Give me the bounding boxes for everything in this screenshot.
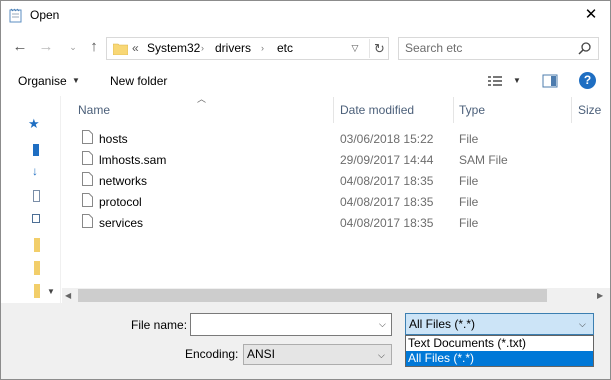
new-folder-button[interactable]: New folder — [110, 74, 167, 88]
folder-icon[interactable] — [34, 284, 40, 298]
organise-chevron-icon: ▼ — [72, 76, 80, 85]
view-chevron-icon[interactable]: ▼ — [513, 76, 523, 86]
file-type-option-text[interactable]: Text Documents (*.txt) — [406, 336, 593, 351]
breadcrumb-separator-icon[interactable]: › — [201, 43, 204, 53]
quick-access-star-icon[interactable]: ★ — [28, 117, 40, 130]
search-input[interactable]: Search etc — [398, 37, 599, 60]
refresh-icon[interactable]: ↻ — [369, 39, 389, 58]
file-date-modified: 04/08/2017 18:35 — [340, 216, 434, 230]
column-header-type[interactable]: Type — [459, 103, 485, 117]
organise-button[interactable]: Organise — [18, 74, 67, 88]
file-date-modified: 04/08/2017 18:35 — [340, 174, 434, 188]
column-header-size[interactable]: Size — [578, 103, 601, 117]
breadcrumb-overflow[interactable]: « — [132, 41, 139, 55]
file-date-modified: 03/06/2018 15:22 — [340, 132, 434, 146]
breadcrumb-system32[interactable]: System32 — [147, 41, 200, 55]
notepad-icon — [9, 8, 22, 23]
documents-icon[interactable] — [33, 190, 40, 202]
search-placeholder: Search etc — [405, 41, 463, 55]
file-type: File — [459, 216, 479, 230]
file-icon — [82, 214, 93, 228]
file-icon — [82, 151, 93, 165]
scrollbar-thumb[interactable] — [78, 289, 547, 302]
encoding-chevron-icon[interactable]: ⌵ — [378, 350, 385, 361]
back-arrow-icon[interactable]: ← — [11, 37, 29, 57]
file-name-input[interactable] — [190, 313, 392, 336]
close-icon[interactable]: ✕ — [582, 6, 600, 24]
encoding-value: ANSI — [247, 347, 276, 361]
breadcrumb-etc[interactable]: etc — [277, 41, 293, 55]
help-icon[interactable]: ? — [579, 72, 596, 89]
file-date-modified: 29/09/2017 14:44 — [340, 153, 434, 167]
file-icon — [82, 193, 93, 207]
column-header-date-modified[interactable]: Date modified — [340, 103, 414, 117]
file-icon — [82, 130, 93, 144]
file-type-chevron-icon[interactable]: ⌵ — [579, 319, 586, 330]
up-arrow-icon[interactable]: ↑ — [85, 37, 103, 57]
file-name[interactable]: protocol — [99, 195, 142, 209]
preview-pane-icon[interactable] — [542, 74, 558, 88]
nav-pane-chevron-icon[interactable]: ▼ — [47, 287, 55, 296]
file-name[interactable]: services — [99, 216, 143, 230]
file-date-modified: 04/08/2017 18:35 — [340, 195, 434, 209]
desktop-icon[interactable] — [33, 144, 39, 156]
file-type-option-all[interactable]: All Files (*.*) — [406, 351, 593, 366]
forward-arrow-icon[interactable]: → — [37, 37, 55, 57]
file-name[interactable]: networks — [99, 174, 147, 188]
file-name[interactable]: lmhosts.sam — [99, 153, 166, 167]
pictures-icon[interactable] — [32, 214, 40, 223]
breadcrumb-drivers[interactable]: drivers — [215, 41, 251, 55]
file-list — [62, 96, 610, 303]
file-icon — [82, 172, 93, 186]
downloads-icon[interactable]: ↓ — [32, 165, 42, 177]
folder-icon — [113, 43, 128, 55]
scroll-left-icon[interactable]: ◀ — [65, 288, 75, 303]
file-type: File — [459, 132, 479, 146]
file-type-selected: All Files (*.*) — [409, 317, 476, 331]
encoding-label: Encoding: — [185, 347, 239, 361]
title-bar — [0, 0, 611, 31]
file-name-chevron-icon[interactable]: ⌵ — [379, 319, 386, 330]
column-divider[interactable] — [571, 97, 572, 123]
sort-ascending-icon: ︿ — [197, 94, 207, 104]
search-icon — [578, 42, 591, 55]
scroll-right-icon[interactable]: ▶ — [597, 288, 607, 303]
file-name[interactable]: hosts — [99, 132, 128, 146]
file-type: File — [459, 174, 479, 188]
folder-icon[interactable] — [34, 238, 40, 252]
address-history-chevron-icon[interactable]: ▽ — [348, 41, 362, 55]
window-title: Open — [30, 8, 60, 22]
address-bar[interactable]: « System32 › drivers › etc ▽ ↻ — [106, 37, 389, 60]
column-divider[interactable] — [333, 97, 334, 123]
column-divider[interactable] — [453, 97, 454, 123]
file-type: File — [459, 195, 479, 209]
folder-icon[interactable] — [34, 261, 40, 275]
file-name-label: File name: — [131, 318, 188, 332]
file-type: SAM File — [459, 153, 508, 167]
view-details-icon[interactable] — [487, 74, 503, 88]
recent-locations-chevron-icon[interactable]: ⌄ — [64, 37, 82, 57]
column-header-name[interactable]: Name — [78, 103, 110, 117]
breadcrumb-separator-icon[interactable]: › — [261, 43, 264, 53]
